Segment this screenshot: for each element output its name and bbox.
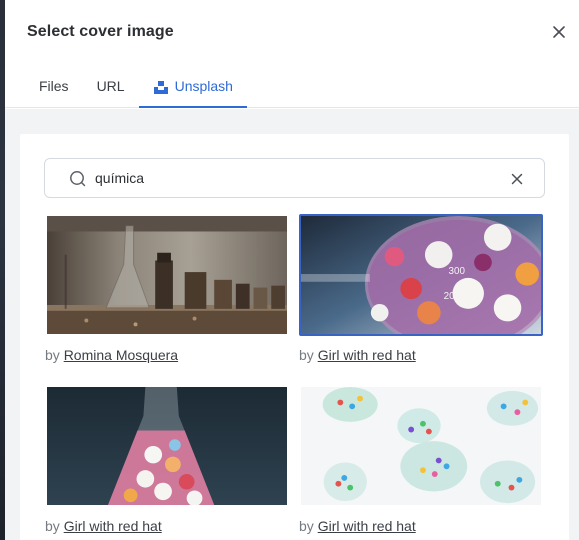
image-result-card: by Girl with red hat xyxy=(45,385,291,534)
author-link[interactable]: Girl with red hat xyxy=(318,347,416,363)
dialog-header: Select cover image Files URL Unsplash xyxy=(5,0,579,108)
flasks-white-image xyxy=(301,387,541,505)
flask-pink-image xyxy=(47,387,287,505)
image-thumbnail[interactable] xyxy=(45,385,289,507)
flask-marking: 200 xyxy=(444,291,461,302)
image-credit: by Romina Mosquera xyxy=(45,347,291,363)
tab-label: Unsplash xyxy=(174,78,233,94)
credit-prefix: by xyxy=(45,347,60,363)
tab-label: URL xyxy=(96,78,125,94)
cover-image-dialog: Select cover image Files URL Unsplash qu… xyxy=(5,0,579,540)
search-box xyxy=(44,158,545,198)
close-icon xyxy=(553,26,565,38)
credit-prefix: by xyxy=(299,518,314,534)
tab-unsplash[interactable]: Unsplash xyxy=(138,68,248,108)
credit-prefix: by xyxy=(299,347,314,363)
search-input[interactable] xyxy=(95,167,495,189)
credit-prefix: by xyxy=(45,518,60,534)
image-credit: by Girl with red hat xyxy=(299,518,545,534)
image-result-card: 300 200 by Girl with red hat xyxy=(299,214,545,363)
author-link[interactable]: Romina Mosquera xyxy=(64,347,178,363)
unsplash-content: by Romina Mosquera xyxy=(5,109,579,540)
image-thumbnail[interactable] xyxy=(299,385,543,507)
author-link[interactable]: Girl with red hat xyxy=(64,518,162,534)
author-link[interactable]: Girl with red hat xyxy=(318,518,416,534)
tab-files[interactable]: Files xyxy=(25,68,83,108)
image-result-card: by Romina Mosquera xyxy=(45,214,291,363)
tab-url[interactable]: URL xyxy=(83,68,139,108)
image-result-card: by Girl with red hat xyxy=(299,385,545,534)
tab-label: Files xyxy=(39,78,69,94)
image-credit: by Girl with red hat xyxy=(299,347,545,363)
search-icon xyxy=(70,171,86,187)
unsplash-icon xyxy=(153,81,168,94)
image-credit: by Girl with red hat xyxy=(45,518,291,534)
tab-bar: Files URL Unsplash xyxy=(25,68,248,108)
image-thumbnail[interactable] xyxy=(45,214,289,336)
image-thumbnail[interactable]: 300 200 xyxy=(299,214,543,336)
dialog-title: Select cover image xyxy=(27,23,174,40)
unsplash-panel: by Romina Mosquera xyxy=(20,134,569,540)
flask-marking: 300 xyxy=(449,266,466,277)
clear-search-icon[interactable] xyxy=(509,171,525,187)
close-button[interactable] xyxy=(550,23,568,41)
flask-balls-image: 300 200 xyxy=(301,216,541,334)
shelf-bottles-image xyxy=(47,216,287,334)
